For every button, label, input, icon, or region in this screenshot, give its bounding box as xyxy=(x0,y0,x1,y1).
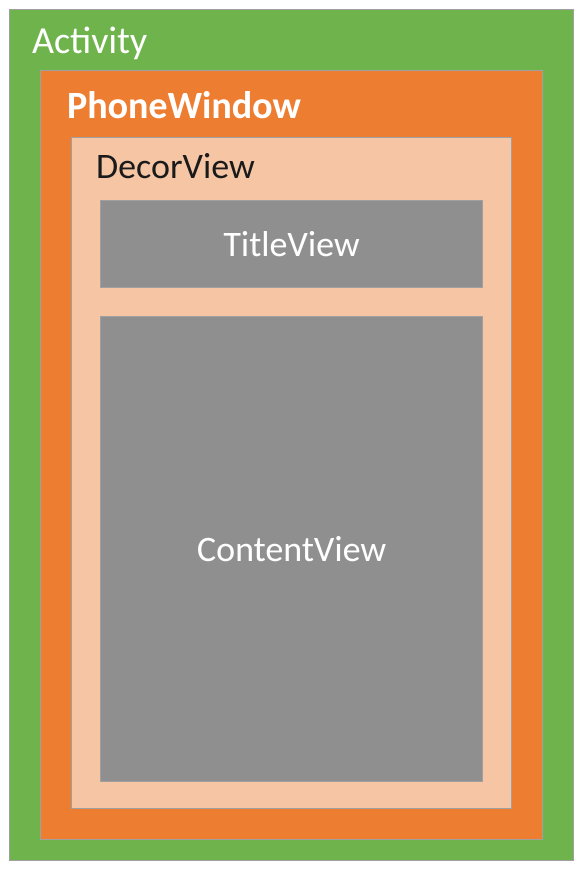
contentview-label: ContentView xyxy=(197,527,386,571)
decorview-label: DecorView xyxy=(72,138,511,194)
phonewindow-box: PhoneWindow DecorView TitleView ContentV… xyxy=(40,70,543,840)
contentview-box: ContentView xyxy=(100,316,483,782)
titleview-label: TitleView xyxy=(223,222,359,266)
activity-box: Activity PhoneWindow DecorView TitleView… xyxy=(9,9,574,861)
decorview-box: DecorView TitleView ContentView xyxy=(71,137,512,809)
activity-label: Activity xyxy=(10,10,573,70)
phonewindow-label: PhoneWindow xyxy=(41,71,542,137)
titleview-box: TitleView xyxy=(100,200,483,288)
